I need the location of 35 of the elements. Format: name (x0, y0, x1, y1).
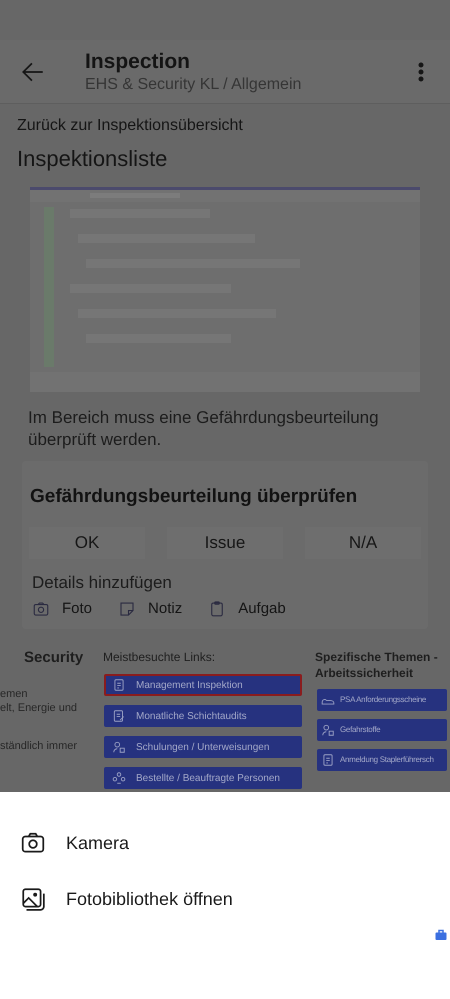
back-link[interactable]: Zurück zur Inspektionsübersicht (17, 116, 433, 136)
sheet-option[interactable]: Fotobibliothek öffnen (0, 871, 450, 927)
detail-action[interactable]: Notiz (118, 598, 182, 620)
section-text: ständlich immer (0, 739, 78, 753)
section-text: emen (0, 687, 29, 701)
app-title: Inspection (85, 48, 192, 74)
details-label: Details hinzufügen (32, 572, 173, 594)
section-heading: Spezifische Themen - Arbeitssicherheit (315, 649, 439, 681)
link-button[interactable]: Monatliche Schichtaudits (104, 705, 302, 727)
note-icon (118, 600, 136, 618)
section-heading: Meistbesuchte Links: (103, 649, 216, 665)
section-text: elt, Energie und (0, 701, 78, 715)
briefcase-icon (435, 929, 447, 941)
checklist-icon (112, 709, 126, 723)
page-title: Inspektionsliste (17, 145, 168, 173)
link-button[interactable]: Anmeldung Staplerführersch (317, 749, 447, 771)
link-button[interactable]: Schulungen / Unterweisungen (104, 736, 302, 758)
link-button[interactable]: Bestellte / Beauftragte Personen (104, 767, 302, 789)
detail-action[interactable]: Foto (32, 598, 92, 620)
group-icon (112, 771, 126, 785)
detail-action[interactable]: Aufgab (208, 598, 286, 620)
people-icon (112, 740, 126, 754)
section-heading: Security (24, 649, 84, 667)
question-description: Im Bereich muss eine Gefährdungsbeurteilung überprüft werden. (27, 407, 380, 451)
more-options-icon (418, 62, 424, 82)
sheet-option[interactable]: Kamera (0, 815, 450, 871)
image-icon (20, 886, 46, 912)
camera-icon (32, 600, 50, 618)
link-button[interactable]: PSA Anforderungsscheine (317, 689, 447, 711)
link-button[interactable]: Management Inspektion (104, 674, 302, 696)
document-icon (321, 753, 335, 767)
document-icon (112, 678, 126, 692)
link-button[interactable]: Gefahrstoffe (317, 719, 447, 741)
question-title: Gefährdungsbeurteilung überprüfen (29, 485, 358, 509)
people-icon (321, 723, 335, 737)
